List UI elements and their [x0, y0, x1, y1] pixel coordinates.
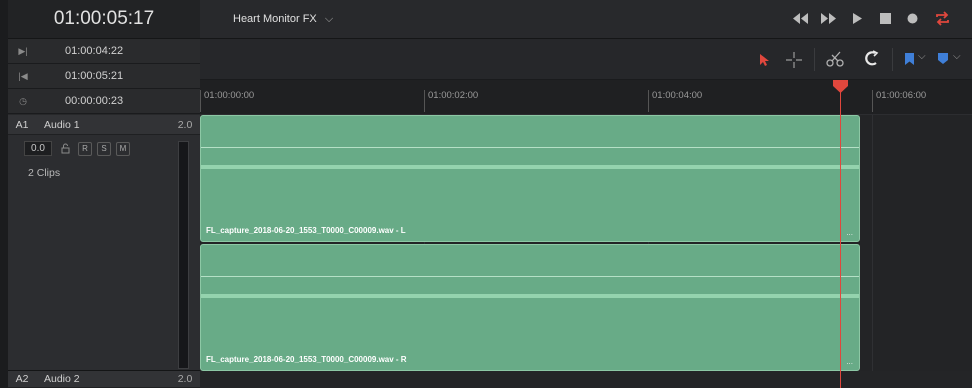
chevron-down-icon[interactable]: ⌵	[953, 51, 961, 62]
out-point-timecode: 01:00:05:21	[65, 70, 124, 82]
flag-icon[interactable]	[905, 53, 914, 66]
trim-tool-icon[interactable]	[786, 52, 802, 68]
clip-more-icon[interactable]: ...	[846, 357, 853, 366]
in-point-timecode: 01:00:04:22	[65, 45, 124, 57]
mark-out-icon: |◀	[18, 70, 28, 81]
chevron-down-icon[interactable]: ⌵	[918, 51, 926, 62]
record-arm-button[interactable]: R	[78, 141, 92, 156]
stop-icon[interactable]	[880, 13, 891, 24]
timeline-topbar: Heart Monitor FX ⌵	[200, 0, 972, 39]
left-edge	[0, 0, 8, 388]
audio-meter	[178, 141, 189, 369]
mark-in-icon: ▶|	[18, 45, 28, 56]
rewind-icon[interactable]	[792, 12, 809, 25]
timeline-selector[interactable]: Heart Monitor FX ⌵	[233, 13, 333, 26]
track-channels: 2.0	[177, 373, 193, 385]
track-a2-title-row: A2 Audio 2 2.0	[8, 371, 200, 388]
duration-timecode: 00:00:00:23	[65, 95, 124, 107]
toolbar-divider	[814, 48, 815, 71]
timeline-name: Heart Monitor FX	[233, 13, 317, 25]
clock-icon: ◷	[19, 95, 27, 106]
ruler-tick-label: 01:00:00:00	[200, 90, 254, 112]
solo-button[interactable]: S	[97, 141, 111, 156]
waveform	[201, 294, 859, 298]
track-header-a2: A2 Audio 2 2.0	[8, 371, 200, 388]
clip-count: 2 Clips	[28, 167, 61, 179]
track-controls: 0.0 R S M	[24, 141, 130, 156]
mute-button[interactable]: M	[116, 141, 130, 156]
ruler-tick-label: 01:00:04:00	[648, 90, 702, 112]
lock-icon[interactable]	[57, 142, 73, 156]
duration-row: ◷ 00:00:00:23	[8, 89, 200, 114]
track-name[interactable]: Audio 2	[36, 373, 170, 385]
chevron-down-icon: ⌵	[324, 13, 334, 25]
track-a2-lane[interactable]	[200, 371, 972, 388]
left-panel: 01:00:05:17 ▶| 01:00:04:22 |◀ 01:00:05:2…	[0, 0, 200, 388]
waveform	[201, 276, 859, 277]
clip-name: FL_capture_2018-06-20_1553_T0000_C00009.…	[206, 355, 407, 364]
current-timecode[interactable]: 01:00:05:17	[8, 0, 200, 39]
in-point-row: ▶| 01:00:04:22	[8, 39, 200, 64]
audio-clip-left[interactable]: FL_capture_2018-06-20_1553_T0000_C00009.…	[200, 115, 860, 242]
track-name[interactable]: Audio 1	[36, 119, 170, 131]
waveform	[201, 147, 859, 148]
timecode-ruler[interactable]: 01:00:00:00 01:00:02:00 01:00:04:00 01:0…	[200, 80, 972, 115]
track-volume[interactable]: 0.0	[24, 141, 52, 156]
toolbar-divider	[892, 48, 893, 71]
clip-more-icon[interactable]: ...	[846, 228, 853, 237]
timeline-panel: Heart Monitor FX ⌵ ⌵ ⌵ 01:00:00:00 01:00…	[200, 0, 972, 388]
play-icon[interactable]	[852, 12, 863, 25]
playhead-line	[840, 82, 841, 388]
track-id: A2	[15, 373, 29, 385]
snapping-icon[interactable]	[864, 50, 880, 68]
out-point-row: |◀ 01:00:05:21	[8, 64, 200, 89]
selection-tool-icon[interactable]	[759, 53, 769, 67]
blade-tool-icon[interactable]	[826, 51, 844, 68]
fast-forward-icon[interactable]	[820, 12, 837, 25]
track-channels: 2.0	[177, 118, 193, 131]
marker-icon[interactable]	[938, 53, 948, 65]
gridline	[872, 115, 873, 388]
clip-name: FL_capture_2018-06-20_1553_T0000_C00009.…	[206, 226, 406, 235]
edit-toolbar: ⌵ ⌵	[200, 39, 972, 80]
track-a1-title-row: A1 Audio 1 2.0	[8, 115, 200, 135]
ruler-tick-label: 01:00:02:00	[424, 90, 478, 112]
track-header-a1: A1 Audio 1 2.0 0.0 R S M 2 Clips	[8, 115, 200, 371]
track-id: A1	[15, 118, 29, 131]
loop-icon[interactable]	[934, 11, 951, 26]
ruler-tick-label: 01:00:06:00	[872, 90, 926, 112]
waveform	[201, 165, 859, 169]
record-icon[interactable]	[907, 13, 918, 24]
audio-clip-right[interactable]: FL_capture_2018-06-20_1553_T0000_C00009.…	[200, 244, 860, 371]
